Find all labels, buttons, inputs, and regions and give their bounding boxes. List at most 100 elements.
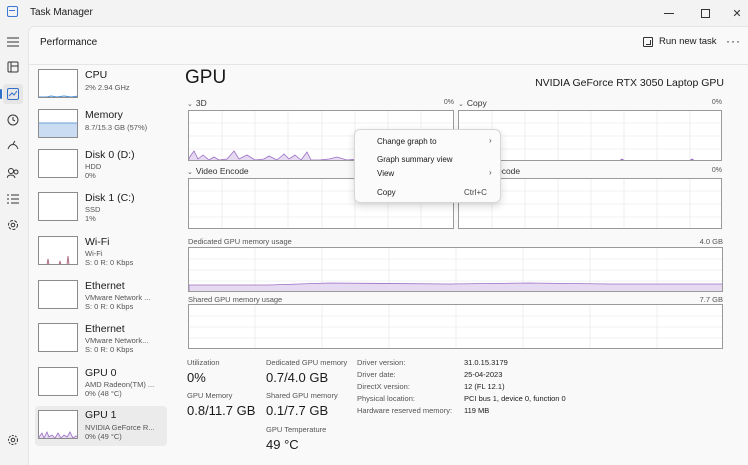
close-button[interactable]: ✕ [720,0,748,26]
device-ethernet-1[interactable]: Ethernet VMware Network ... S: 0 R: 0 Kb… [35,279,167,319]
device-detail: S: 0 R: 0 Kbps [85,302,134,311]
directx-version-label: DirectX version: [357,382,410,391]
gpu-model-name: NVIDIA GeForce RTX 3050 Laptop GPU [535,77,724,89]
title-bar: Task Manager ✕ [0,0,748,26]
nav-app-history[interactable] [3,110,23,130]
menu-item-view[interactable]: View [377,169,394,178]
shared-memory-chart [189,305,722,348]
nav-startup-apps[interactable] [3,136,23,156]
maximize-button[interactable] [688,0,722,26]
startup-icon [7,140,19,150]
device-detail: 2% 2.94 GHz [85,83,130,92]
more-icon: ··· [726,34,741,48]
details-icon [7,194,19,204]
device-name: CPU [85,69,108,81]
menu-item-change-graph[interactable]: Change graph to [377,137,437,146]
device-detail: SSD [85,205,101,214]
device-name: Ethernet [85,323,125,335]
nav-users[interactable] [3,163,23,183]
shared-memory-max: 7.7 GB [699,295,723,304]
disk0-thumbnail [38,149,78,178]
device-name: GPU 1 [85,409,117,421]
device-wifi[interactable]: Wi-Fi Wi-Fi S: 0 R: 0 Kbps [35,235,167,275]
driver-version-value: 31.0.15.3179 [464,358,508,367]
gpu0-thumbnail [38,367,78,396]
graph-context-menu: Change graph to › Graph summary view Vie… [354,129,501,203]
physical-location-value: PCI bus 1, device 0, function 0 [464,394,566,403]
wifi-thumbnail [38,236,78,265]
nav-settings[interactable] [3,430,23,450]
device-detail: 0% (48 °C) [85,389,122,398]
device-gpu-1[interactable]: GPU 1 NVIDIA GeForce R... 0% (49 °C) [35,406,167,446]
directx-version-value: 12 (FL 12.1) [464,382,505,391]
services-icon [8,220,18,230]
device-memory[interactable]: Memory 8.7/15.3 GB (57%) [35,108,167,148]
users-icon [7,168,19,179]
chevron-right-icon: › [489,168,492,177]
device-name: Ethernet [85,280,125,292]
gpu-temperature-value: 49 °C [266,437,299,452]
device-disk-1[interactable]: Disk 1 (C:) SSD 1% [35,191,167,231]
engine-encode-selector[interactable]: ⌄ Video Encode [187,166,249,176]
engine-copy-selector[interactable]: ⌄ Copy [458,98,487,108]
processes-icon [7,61,19,73]
engine-percent: 0% [711,99,722,106]
gpu-memory-label: GPU Memory [187,391,233,400]
copy-shortcut: Ctrl+C [464,188,487,197]
dedicated-memory-chart [189,248,722,291]
device-cpu[interactable]: CPU 2% 2.94 GHz [35,68,167,108]
gear-icon [8,435,18,445]
engine-3d-selector[interactable]: ⌄ 3D [187,98,207,108]
window-title: Task Manager [30,7,93,18]
device-gpu-0[interactable]: GPU 0 AMD Radeon(TM) ... 0% (48 °C) [35,366,167,406]
minimize-icon [664,12,674,14]
device-detail: 1% [85,214,96,223]
run-task-icon [643,36,653,47]
device-disk-0[interactable]: Disk 0 (D:) HDD 0% [35,148,167,188]
hamburger-menu-button[interactable] [3,32,23,52]
run-new-task-button[interactable]: Run new task [643,36,717,47]
shared-gpu-memory-label: Shared GPU memory [266,391,338,400]
shared-memory-label: Shared GPU memory usage [188,295,283,304]
main-panel: Performance Run new task ··· CPU 2% 2.94… [28,26,748,465]
dedicated-gpu-memory-label: Dedicated GPU memory [266,358,348,367]
more-options-button[interactable]: ··· [726,34,741,48]
history-icon [7,114,19,126]
device-detail: 0% [85,171,96,180]
close-icon: ✕ [732,7,742,20]
device-detail: HDD [85,162,102,171]
nav-performance[interactable] [0,84,23,104]
chevron-down-icon: ⌄ [187,101,193,108]
utilization-label: Utilization [187,358,220,367]
header-divider [29,64,748,65]
device-detail: Wi-Fi [85,249,103,258]
gpu1-thumbnail [38,410,78,439]
nav-services[interactable] [3,215,23,235]
minimize-button[interactable] [652,0,686,26]
dedicated-memory-graph [188,247,723,292]
device-detail: 8.7/15.3 GB (57%) [85,123,148,132]
menu-item-copy[interactable]: Copy [377,188,396,197]
page-title: Performance [40,37,98,48]
engine-percent: 0% [443,99,454,106]
nav-rail [0,26,27,465]
device-detail: S: 0 R: 0 Kbps [85,258,134,267]
shared-memory-graph [188,304,723,349]
maximize-icon [700,8,710,18]
ethernet1-thumbnail [38,280,78,309]
device-ethernet-2[interactable]: Ethernet VMware Network... S: 0 R: 0 Kbp… [35,322,167,362]
chevron-down-icon: ⌄ [458,101,464,108]
menu-item-graph-summary-view[interactable]: Graph summary view [377,155,453,164]
reserved-memory-label: Hardware reserved memory: [357,406,453,415]
disk1-thumbnail [38,192,78,221]
nav-details[interactable] [3,189,23,209]
device-name: GPU 0 [85,367,117,379]
device-detail: VMware Network ... [85,293,151,302]
ethernet2-thumbnail [38,323,78,352]
nav-processes[interactable] [3,57,23,77]
hamburger-icon [7,37,19,47]
gpu-memory-value: 0.8/11.7 GB [187,403,256,418]
device-detail: NVIDIA GeForce R... [85,423,155,432]
device-detail: VMware Network... [85,336,149,345]
driver-date-value: 25-04-2023 [464,370,503,379]
